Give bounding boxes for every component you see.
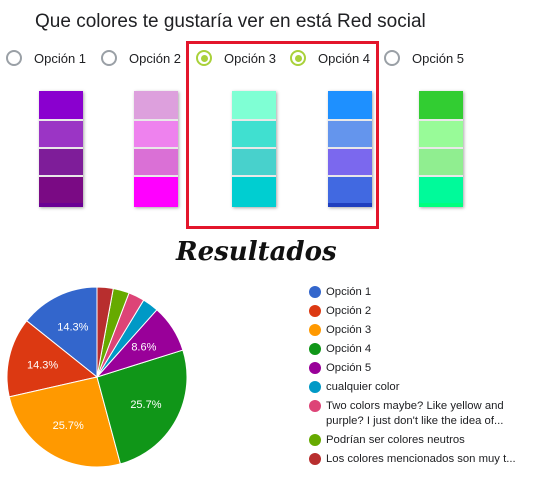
swatch-color	[134, 175, 178, 203]
legend-item: Opción 2	[309, 304, 537, 319]
legend-color-dot	[309, 381, 321, 393]
swatch-color	[232, 147, 276, 175]
legend-color-dot	[309, 286, 321, 298]
option-label: Opción 2	[129, 50, 182, 66]
legend-label: Los colores mencionados son muy t...	[326, 452, 516, 465]
swatch-color	[232, 175, 276, 203]
color-swatch-2	[134, 91, 178, 207]
swatch-color	[328, 91, 372, 119]
legend-label: Opción 5	[326, 362, 372, 374]
legend-color-dot	[309, 400, 321, 412]
swatch-color	[419, 119, 463, 147]
legend-item: cualquier color	[309, 380, 537, 395]
pie-slice-label: 14.3%	[27, 360, 58, 372]
option-1[interactable]: Opción 1	[6, 47, 86, 69]
swatch-color	[134, 119, 178, 147]
legend-item: Two colors maybe? Like yellow and purple…	[309, 399, 537, 428]
legend-label: Opción 4	[326, 343, 372, 355]
results-title: Resultados	[176, 237, 337, 267]
legend-color-dot	[309, 452, 321, 465]
pie-chart: 14.3% 14.3% 25.7% 25.7% 8.6%	[6, 286, 188, 468]
option-5[interactable]: Opción 5	[384, 47, 464, 69]
legend-label: Opción 2	[326, 305, 372, 317]
legend-color-dot	[309, 433, 321, 446]
legend-item: Los colores mencionados son muy t...	[309, 452, 537, 467]
radio-button-opcion-5[interactable]	[384, 50, 400, 66]
swatch-color	[328, 203, 372, 207]
swatch-color	[328, 119, 372, 147]
legend-item: Podrían ser colores neutros	[309, 433, 537, 448]
swatch-color	[328, 147, 372, 175]
option-label: Opción 1	[34, 50, 87, 66]
swatch-color	[39, 91, 83, 119]
legend-label: Opción 1	[326, 286, 372, 298]
chart-legend: Opción 1 Opción 2 Opción 3 Opción 4 Opción 5…	[309, 285, 537, 471]
swatch-color	[419, 147, 463, 175]
swatch-color	[134, 203, 178, 207]
swatch-color	[419, 175, 463, 203]
legend-color-dot	[309, 324, 321, 336]
pie-slice-label: 25.7%	[53, 420, 84, 432]
swatch-color	[39, 147, 83, 175]
legend-label: cualquier color	[326, 381, 400, 393]
radio-button-opcion-1[interactable]	[6, 50, 22, 66]
color-swatch-1	[39, 91, 83, 207]
color-swatch-5	[419, 91, 463, 207]
swatch-color	[39, 119, 83, 147]
swatch-color	[419, 91, 463, 119]
legend-label: Two colors maybe? Like yellow and purple…	[326, 400, 504, 427]
question-title: Que colores te gustaría ver en está Red …	[35, 11, 426, 32]
option-label: Opción 5	[412, 50, 465, 66]
color-swatch-3	[232, 91, 276, 207]
swatch-color	[419, 203, 463, 207]
pie-slice-label: 8.6%	[131, 342, 156, 354]
color-swatch-4	[328, 91, 372, 207]
legend-item: Opción 1	[309, 285, 537, 300]
swatch-color	[39, 203, 83, 207]
legend-color-dot	[309, 305, 321, 317]
swatch-color	[39, 175, 83, 203]
legend-color-dot	[309, 343, 321, 355]
radio-button-opcion-2[interactable]	[101, 50, 117, 66]
pie-slice-label: 25.7%	[130, 399, 161, 411]
swatch-color	[134, 91, 178, 119]
swatch-color	[232, 91, 276, 119]
legend-item: Opción 5	[309, 361, 537, 376]
pie-slice-label: 14.3%	[57, 322, 88, 334]
option-2[interactable]: Opción 2	[101, 47, 181, 69]
swatch-color	[232, 203, 276, 207]
swatch-color	[134, 147, 178, 175]
legend-item: Opción 4	[309, 342, 537, 357]
legend-item: Opción 3	[309, 323, 537, 338]
swatch-color	[328, 175, 372, 203]
swatch-color	[232, 119, 276, 147]
legend-label: Podrían ser colores neutros	[326, 433, 465, 446]
legend-label: Opción 3	[326, 324, 372, 336]
legend-color-dot	[309, 362, 321, 374]
